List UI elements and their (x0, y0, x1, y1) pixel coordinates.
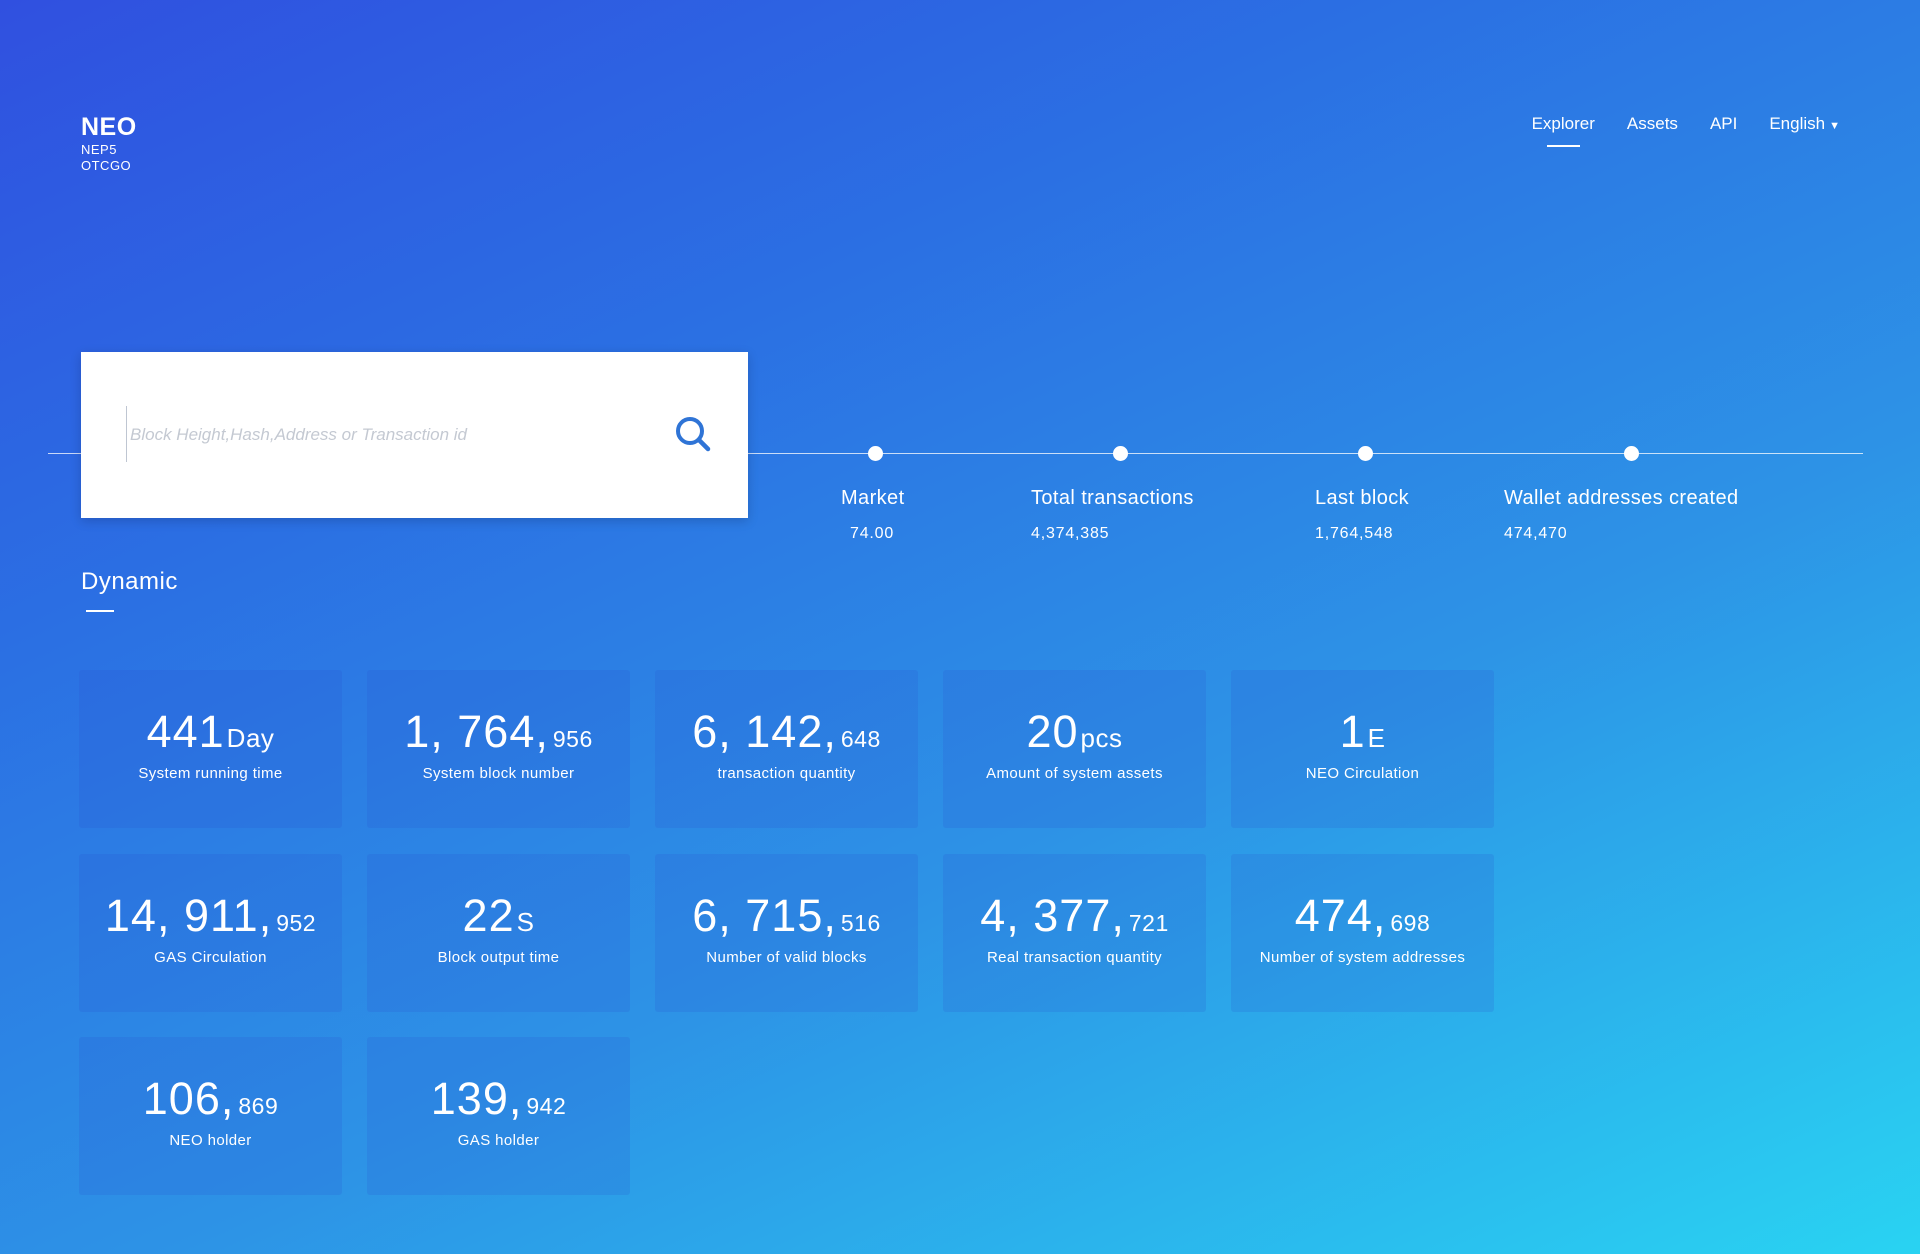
card-label: Number of valid blocks (706, 949, 867, 966)
card-label: Number of system addresses (1259, 949, 1466, 966)
card-system-assets: 20pcs Amount of system assets (943, 670, 1206, 828)
logo[interactable]: NEO NEP5 OTCGO (81, 112, 137, 174)
logo-subtitle-nep5: NEP5 (81, 142, 117, 157)
card-valid-blocks: 6, 715, 516 Number of valid blocks (655, 854, 918, 1012)
card-gas-circulation: 14, 911, 952 GAS Circulation (79, 854, 342, 1012)
search-icon[interactable] (671, 412, 715, 456)
card-label: Amount of system assets (986, 765, 1163, 782)
card-unit: pcs (1080, 723, 1123, 753)
card-real-transaction-quantity: 4, 377, 721 Real transaction quantity (943, 854, 1206, 1012)
stat-total-transactions: Total transactions 4,374,385 (1031, 487, 1194, 543)
stat-label: Last block (1315, 487, 1410, 509)
search-input[interactable] (128, 414, 652, 456)
nav-assets[interactable]: Assets (1627, 114, 1678, 134)
section-underline (86, 610, 114, 612)
card-block-output-time: 22S Block output time (367, 854, 630, 1012)
card-label: NEO Circulation (1305, 765, 1420, 782)
card-gas-holder: 139, 942 GAS holder (367, 1037, 630, 1195)
card-value: 6, 142, (692, 706, 837, 757)
stat-label: Market (841, 487, 905, 509)
stat-last-block: Last block 1,764,548 (1315, 487, 1409, 543)
timeline-dot (868, 446, 883, 461)
stat-wallet-addresses: Wallet addresses created 474,470 (1504, 487, 1739, 543)
stat-value: 74.00 (850, 525, 895, 542)
stat-label: Wallet addresses created (1504, 487, 1739, 509)
stat-value: 4,374,385 (1031, 525, 1110, 542)
card-label: GAS Circulation (154, 949, 267, 966)
card-unit: E (1367, 723, 1386, 753)
card-label: transaction quantity (717, 765, 856, 782)
card-value-tail: 648 (840, 726, 881, 752)
card-value: 4, 377, (980, 890, 1125, 941)
nav-explorer[interactable]: Explorer (1532, 114, 1595, 147)
card-value: 1, 764, (404, 706, 549, 757)
section-title: Dynamic (81, 568, 178, 595)
search-panel (81, 352, 748, 518)
card-label: NEO holder (169, 1132, 252, 1149)
card-neo-circulation: 1E NEO Circulation (1231, 670, 1494, 828)
card-value-tail: 956 (552, 726, 593, 752)
card-label: Real transaction quantity (986, 949, 1163, 966)
card-value-tail: 698 (1390, 910, 1431, 936)
nav-api[interactable]: API (1710, 114, 1737, 134)
chevron-down-icon: ▼ (1829, 120, 1840, 132)
card-label: Block output time (437, 949, 560, 966)
card-label: System running time (138, 765, 283, 782)
card-value: 441 (146, 706, 225, 757)
text-cursor (126, 406, 127, 462)
card-label: GAS holder (457, 1132, 540, 1149)
language-select[interactable]: English ▼ (1769, 114, 1840, 134)
card-value: 474, (1294, 890, 1387, 941)
card-label: System block number (422, 765, 575, 782)
card-value-tail: 869 (238, 1093, 279, 1119)
card-value-tail: 952 (276, 910, 317, 936)
card-value-tail: 721 (1128, 910, 1169, 936)
card-value: 20 (1026, 706, 1079, 757)
card-system-block-number: 1, 764, 956 System block number (367, 670, 630, 828)
card-unit: Day (226, 723, 275, 753)
timeline-dot (1358, 446, 1373, 461)
card-system-addresses: 474, 698 Number of system addresses (1231, 854, 1494, 1012)
card-value: 14, 911, (104, 890, 273, 941)
stat-value: 474,470 (1504, 525, 1568, 542)
card-value-tail: 942 (526, 1093, 567, 1119)
logo-subtitle-otcgo: OTCGO (81, 158, 132, 173)
timeline-dot (1113, 446, 1128, 461)
card-system-running-time: 441Day System running time (79, 670, 342, 828)
timeline-dot (1624, 446, 1639, 461)
stat-market: Market 74.00 (841, 487, 905, 543)
card-value: 22 (462, 890, 515, 941)
logo-brand: NEO (81, 113, 137, 141)
card-value-tail: 516 (840, 910, 881, 936)
card-value: 139, (430, 1073, 523, 1124)
top-nav: Explorer Assets API English ▼ (1532, 114, 1840, 147)
card-value: 6, 715, (692, 890, 837, 941)
card-unit: S (516, 907, 535, 937)
card-value: 1 (1339, 706, 1366, 757)
stat-label: Total transactions (1031, 487, 1194, 509)
card-transaction-quantity: 6, 142, 648 transaction quantity (655, 670, 918, 828)
card-neo-holder: 106, 869 NEO holder (79, 1037, 342, 1195)
stat-value: 1,764,548 (1315, 525, 1394, 542)
language-label: English (1769, 114, 1826, 133)
card-value: 106, (142, 1073, 235, 1124)
